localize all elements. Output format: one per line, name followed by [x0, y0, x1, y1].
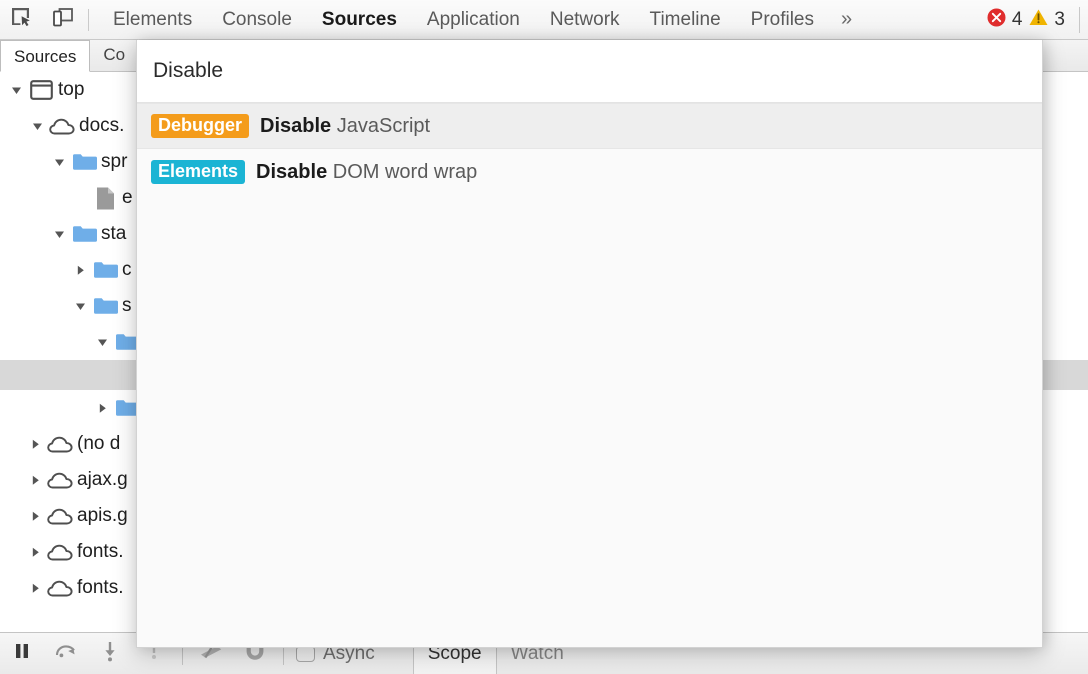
- chevron-right-icon[interactable]: [92, 402, 112, 415]
- result-category-badge: Debugger: [151, 114, 249, 138]
- result-title-rest: DOM word wrap: [327, 161, 477, 183]
- cloud-icon: [45, 435, 75, 454]
- error-counter[interactable]: 4: [986, 7, 1023, 33]
- chevron-right-icon[interactable]: [70, 264, 90, 277]
- device-toolbar-button[interactable]: [42, 0, 84, 39]
- step-over-icon: [54, 641, 78, 666]
- error-count: 4: [1012, 9, 1023, 31]
- tree-row-label: e: [122, 187, 133, 209]
- tree-row-label: sta: [101, 223, 126, 245]
- step-over-button[interactable]: [44, 633, 88, 674]
- tree-row-label: apis.g: [77, 505, 128, 527]
- pause-resume-button[interactable]: [0, 633, 44, 674]
- cloud-icon: [47, 117, 77, 136]
- tab-application[interactable]: Application: [412, 0, 535, 39]
- tree-row-label: fonts.: [77, 541, 123, 563]
- cloud-icon: [45, 579, 75, 598]
- command-result-disable-javascript[interactable]: Debugger Disable JavaScript: [137, 103, 1042, 149]
- cloud-icon: [45, 471, 75, 490]
- inspect-element-icon: [10, 6, 32, 33]
- warning-count: 3: [1054, 9, 1065, 31]
- cloud-icon: [45, 507, 75, 526]
- tab-sources[interactable]: Sources: [307, 0, 412, 39]
- result-title: Disable DOM word wrap: [256, 161, 477, 184]
- chevron-right-icon[interactable]: [25, 474, 45, 487]
- inspect-element-button[interactable]: [0, 0, 42, 39]
- tab-timeline[interactable]: Timeline: [635, 0, 736, 39]
- folder-icon: [69, 152, 99, 172]
- tree-row-label: docs.: [79, 115, 124, 137]
- chevron-right-icon[interactable]: [25, 582, 45, 595]
- file-icon: [90, 186, 120, 211]
- result-title-rest: JavaScript: [331, 115, 430, 137]
- chevron-down-icon[interactable]: [49, 228, 69, 241]
- devtools-toolbar: Elements Console Sources Application Net…: [0, 0, 1088, 40]
- toolbar-divider: [88, 9, 89, 31]
- warning-triangle-icon: [1028, 7, 1049, 33]
- subtab-content-scripts[interactable]: Co: [90, 39, 139, 71]
- pause-icon: [12, 641, 32, 666]
- step-into-icon: [100, 640, 120, 667]
- error-circle-icon: [986, 7, 1007, 33]
- command-result-disable-dom-word-wrap[interactable]: Elements Disable DOM word wrap: [137, 149, 1042, 195]
- more-tabs-button[interactable]: »: [829, 0, 864, 39]
- result-category-badge: Elements: [151, 160, 245, 184]
- tab-network[interactable]: Network: [535, 0, 635, 39]
- step-into-button[interactable]: [88, 633, 132, 674]
- command-palette-results: Debugger Disable JavaScript Elements Dis…: [137, 103, 1042, 195]
- result-title: Disable JavaScript: [260, 115, 430, 138]
- toolbar-right-divider: [1079, 7, 1080, 33]
- tree-row-label: top: [58, 79, 84, 101]
- subtab-sources[interactable]: Sources: [0, 40, 90, 72]
- result-title-match: Disable: [260, 115, 331, 137]
- device-toolbar-icon: [52, 6, 74, 33]
- chevron-down-icon[interactable]: [92, 336, 112, 349]
- tree-row-label: fonts.: [77, 577, 123, 599]
- tree-row-label: spr: [101, 151, 127, 173]
- chevron-right-icon[interactable]: [25, 438, 45, 451]
- result-title-match: Disable: [256, 161, 327, 183]
- window-frame-icon: [26, 80, 56, 100]
- devtools-window: Elements Console Sources Application Net…: [0, 0, 1088, 674]
- tab-elements[interactable]: Elements: [98, 0, 207, 39]
- issue-counters: 4 3: [986, 7, 1088, 33]
- tree-row-label: c: [122, 259, 132, 281]
- chevron-down-icon[interactable]: [70, 300, 90, 313]
- command-palette-input-row: [137, 40, 1042, 103]
- folder-icon: [90, 296, 120, 316]
- tree-row-label: ajax.g: [77, 469, 128, 491]
- cloud-icon: [45, 543, 75, 562]
- folder-icon: [69, 224, 99, 244]
- chevron-right-icon[interactable]: [25, 510, 45, 523]
- chevron-down-icon[interactable]: [27, 120, 47, 133]
- tab-console[interactable]: Console: [207, 0, 307, 39]
- chevron-right-icon[interactable]: [25, 546, 45, 559]
- panel-tab-bar: Elements Console Sources Application Net…: [98, 0, 864, 39]
- command-palette-dialog: Debugger Disable JavaScript Elements Dis…: [136, 40, 1043, 648]
- tree-row-label: (no d: [77, 433, 120, 455]
- tab-profiles[interactable]: Profiles: [736, 0, 829, 39]
- folder-icon: [90, 260, 120, 280]
- command-palette-input[interactable]: [153, 59, 1026, 83]
- warning-counter[interactable]: 3: [1028, 7, 1065, 33]
- chevron-down-icon[interactable]: [6, 84, 26, 97]
- tree-row-label: s: [122, 295, 132, 317]
- chevron-down-icon[interactable]: [49, 156, 69, 169]
